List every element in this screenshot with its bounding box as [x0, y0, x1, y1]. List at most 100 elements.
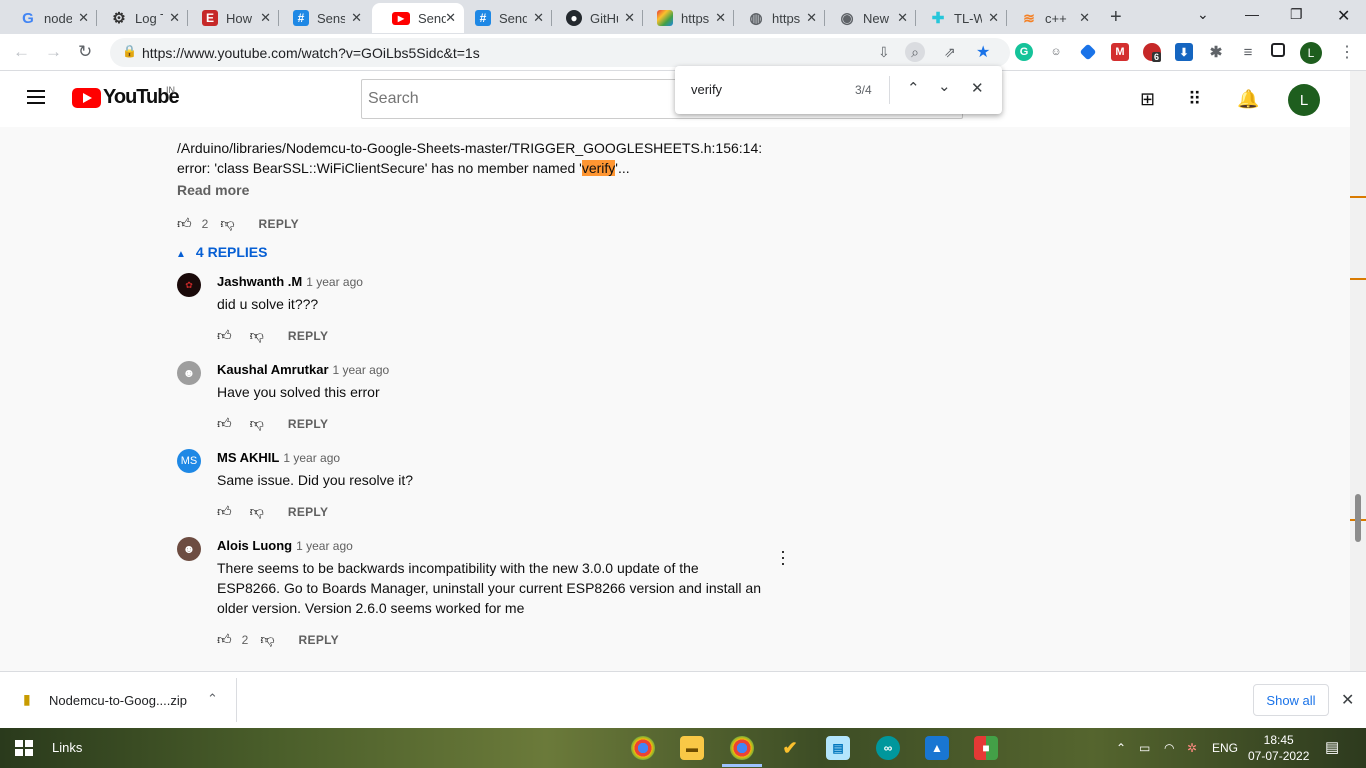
- like-icon[interactable]: 👍︎: [217, 631, 232, 648]
- tab-3[interactable]: # Sens ✕: [273, 3, 370, 33]
- side-panel-icon[interactable]: [1271, 43, 1285, 57]
- account-avatar[interactable]: L: [1288, 84, 1320, 116]
- tab-10[interactable]: ✚ TL-W ✕: [910, 3, 1007, 33]
- avatar[interactable]: MS: [177, 449, 201, 473]
- tab-4-active[interactable]: ▶ Send ✕: [372, 3, 464, 33]
- extension-stop-icon[interactable]: 6: [1143, 43, 1162, 62]
- close-tab-icon[interactable]: ✕: [169, 10, 180, 26]
- avatar[interactable]: ✿: [177, 273, 201, 297]
- clock[interactable]: 18:45 07-07-2022: [1248, 732, 1309, 764]
- close-tab-icon[interactable]: ✕: [351, 10, 362, 26]
- extension-diamond-icon[interactable]: [1079, 43, 1097, 61]
- restore-icon[interactable]: ❐: [1290, 6, 1303, 23]
- new-tab-icon[interactable]: +: [1110, 6, 1122, 29]
- like-icon[interactable]: 👍︎: [217, 415, 232, 432]
- tab-0[interactable]: G node ✕: [0, 3, 97, 33]
- close-tab-icon[interactable]: ✕: [988, 10, 999, 26]
- extensions-puzzle-icon[interactable]: ✱: [1207, 43, 1225, 61]
- find-input[interactable]: verify: [691, 82, 722, 97]
- photos-icon[interactable]: ▲: [925, 736, 949, 760]
- reload-icon[interactable]: ↻: [78, 42, 92, 62]
- tab-6[interactable]: ● GitHu ✕: [546, 3, 643, 33]
- reply-button[interactable]: REPLY: [288, 329, 328, 343]
- close-window-icon[interactable]: ✕: [1337, 6, 1350, 26]
- avatar[interactable]: ☻: [177, 361, 201, 385]
- hamburger-menu-icon[interactable]: [27, 90, 45, 104]
- close-tab-icon[interactable]: ✕: [897, 10, 908, 26]
- extension-m-icon[interactable]: M: [1111, 43, 1129, 61]
- notifications-icon[interactable]: ▤: [1325, 738, 1339, 756]
- close-tab-icon[interactable]: ✕: [78, 10, 89, 26]
- replies-toggle[interactable]: ▲ 4 REPLIES: [176, 244, 268, 260]
- close-find-icon[interactable]: ✕: [971, 79, 984, 97]
- page-scrollbar[interactable]: [1350, 71, 1366, 671]
- address-bar[interactable]: 🔒 https://www.youtube.com/watch?v=GOiLbs…: [110, 38, 1010, 67]
- tab-1[interactable]: ⚙ Log T ✕: [91, 3, 188, 33]
- arduino-icon[interactable]: ∞: [876, 736, 900, 760]
- file-explorer-icon[interactable]: ▬: [680, 736, 704, 760]
- tab-search-chevron-icon[interactable]: ⌄: [1197, 6, 1209, 23]
- reply-button[interactable]: REPLY: [259, 217, 299, 231]
- dislike-icon[interactable]: 👎︎: [260, 631, 274, 648]
- like-icon[interactable]: 👍︎: [217, 327, 232, 344]
- browser-menu-icon[interactable]: ⋮: [1339, 42, 1355, 62]
- chrome-icon[interactable]: [631, 736, 655, 760]
- profile-avatar[interactable]: L: [1300, 42, 1322, 64]
- tab-5[interactable]: # Send ✕: [455, 3, 552, 33]
- wifi-icon[interactable]: ◠: [1164, 741, 1174, 755]
- download-filename[interactable]: Nodemcu-to-Goog....zip: [49, 693, 187, 708]
- next-match-icon[interactable]: ⌄: [938, 77, 951, 95]
- close-tab-icon[interactable]: ✕: [260, 10, 271, 26]
- youtube-logo-icon[interactable]: [72, 88, 101, 108]
- tab-8[interactable]: ◍ https ✕: [728, 3, 825, 33]
- dislike-icon[interactable]: 👎︎: [220, 215, 234, 232]
- app-colorful-icon[interactable]: ■: [974, 736, 998, 760]
- bookmark-star-icon[interactable]: ★: [976, 42, 990, 62]
- read-more-link[interactable]: Read more: [177, 182, 249, 198]
- reply-button[interactable]: REPLY: [299, 633, 339, 647]
- close-tab-icon[interactable]: ✕: [806, 10, 817, 26]
- show-all-button[interactable]: Show all: [1253, 684, 1329, 716]
- dislike-icon[interactable]: 👎︎: [250, 415, 264, 432]
- antivirus-icon[interactable]: ✲: [1187, 741, 1197, 755]
- tray-expand-icon[interactable]: ⌃: [1116, 741, 1126, 755]
- windows-start-icon[interactable]: [15, 740, 33, 756]
- close-tab-icon[interactable]: ✕: [715, 10, 726, 26]
- create-video-icon[interactable]: ⊞: [1140, 89, 1155, 110]
- share-icon[interactable]: ⇗: [944, 44, 956, 61]
- todo-check-icon[interactable]: ✔: [778, 736, 802, 760]
- reply-author[interactable]: Kaushal Amrutkar 1 year ago: [217, 362, 389, 377]
- reply-button[interactable]: REPLY: [288, 417, 328, 431]
- like-icon[interactable]: 👍︎: [177, 215, 192, 232]
- tab-2[interactable]: E How ✕: [182, 3, 279, 33]
- close-tab-icon[interactable]: ✕: [624, 10, 635, 26]
- grammarly-icon[interactable]: G: [1015, 43, 1033, 61]
- minimize-icon[interactable]: —: [1245, 6, 1259, 22]
- dislike-icon[interactable]: 👎︎: [250, 327, 264, 344]
- reply-author[interactable]: MS AKHIL 1 year ago: [217, 450, 340, 465]
- reply-author[interactable]: Jashwanth .M 1 year ago: [217, 274, 363, 289]
- previous-match-icon[interactable]: ⌃: [907, 79, 920, 97]
- links-toolbar[interactable]: Links: [52, 740, 82, 755]
- close-tab-icon[interactable]: ✕: [1079, 10, 1090, 26]
- notes-icon[interactable]: ▤: [826, 736, 850, 760]
- find-icon[interactable]: ⌕: [905, 42, 925, 62]
- install-app-icon[interactable]: ⇩: [878, 44, 890, 61]
- close-download-shelf-icon[interactable]: ✕: [1341, 690, 1354, 710]
- avatar[interactable]: ☻: [177, 537, 201, 561]
- extension-download-icon[interactable]: ⬇: [1175, 43, 1193, 61]
- chrome-profile-icon[interactable]: [730, 736, 754, 760]
- scrollbar-thumb[interactable]: [1355, 494, 1361, 542]
- tab-9[interactable]: ◉ New ✕: [819, 3, 916, 33]
- back-icon[interactable]: ←: [13, 42, 30, 62]
- tab-11[interactable]: ≋ c++ ✕: [1001, 3, 1098, 33]
- close-tab-icon[interactable]: ✕: [533, 10, 544, 26]
- extension-user-icon[interactable]: ☺: [1047, 43, 1065, 61]
- chevron-up-icon[interactable]: ⌃: [207, 691, 218, 707]
- notifications-bell-icon[interactable]: 🔔: [1237, 89, 1259, 110]
- language-indicator[interactable]: ENG: [1212, 741, 1238, 755]
- reply-button[interactable]: REPLY: [288, 505, 328, 519]
- media-control-icon[interactable]: ≡: [1239, 43, 1257, 61]
- tab-7[interactable]: https ✕: [637, 3, 734, 33]
- search-input[interactable]: [362, 80, 662, 118]
